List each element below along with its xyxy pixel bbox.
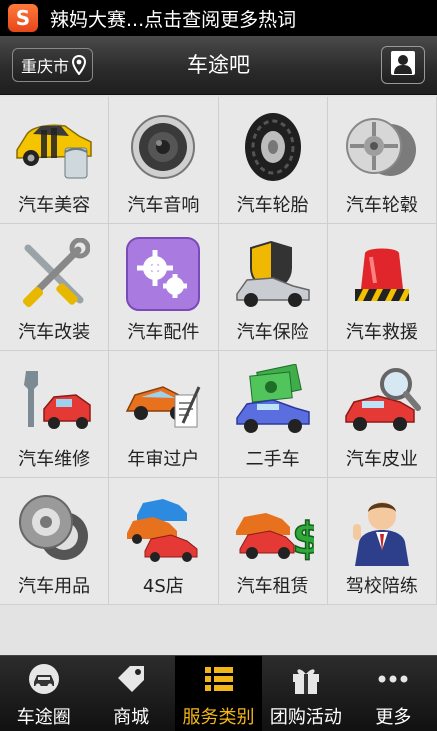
service-label: 汽车租赁 [236, 576, 309, 597]
nav-label: 服务类别 [182, 707, 255, 728]
service-car-modification[interactable]: 汽车改装 [0, 224, 110, 351]
dollar-car-icon: $ [231, 486, 315, 570]
service-label: 汽车美容 [18, 195, 91, 216]
nav-more[interactable]: 更多 [350, 656, 437, 731]
service-car-audio[interactable]: 汽车音响 [109, 97, 219, 224]
city-label: 重庆市 [21, 57, 70, 76]
service-car-insurance[interactable]: 汽车保险 [218, 224, 328, 351]
app-screen: S 辣妈大赛...点击查阅更多热词 重庆市 车途吧 汽车美容 汽车音响 汽车轮胎… [0, 0, 437, 731]
service-driving-school[interactable]: 驾校陪练 [327, 478, 437, 605]
list-icon [199, 659, 239, 699]
notification-bar[interactable]: S 辣妈大赛...点击查阅更多热词 [0, 0, 437, 36]
service-label: 汽车用品 [18, 576, 91, 597]
service-label: 汽车皮业 [345, 449, 418, 470]
service-car-rental[interactable]: $ 汽车租赁 [218, 478, 328, 605]
siren-icon [340, 232, 424, 316]
inspection-car-icon [121, 359, 205, 443]
service-label: 汽车维修 [18, 449, 91, 470]
nav-label: 团购活动 [269, 707, 342, 728]
more-dots-icon [373, 659, 413, 699]
gears-icon [121, 232, 205, 316]
service-car-beauty[interactable]: 汽车美容 [0, 97, 110, 224]
wrench-car-icon [12, 359, 96, 443]
nav-label: 更多 [375, 707, 412, 728]
instructor-icon [340, 486, 424, 570]
service-grid: 汽车美容 汽车音响 汽车轮胎 汽车轮毂 汽车改装 汽车配件 汽车保险 汽车救援 … [0, 97, 437, 605]
city-selector-button[interactable]: 重庆市 [12, 48, 94, 82]
money-car-icon [231, 359, 315, 443]
bottom-navigation: 车途圈 商城 服务类别 团购活动 更多 [0, 655, 437, 731]
speaker-icon [121, 105, 205, 189]
service-label: 汽车救援 [345, 322, 418, 343]
service-label: 二手车 [245, 449, 300, 470]
service-label: 汽车改装 [18, 322, 91, 343]
service-label: 年审过户 [127, 449, 200, 470]
app-header: 重庆市 车途吧 [0, 36, 437, 95]
service-label: 汽车配件 [127, 322, 200, 343]
location-pin-icon [72, 55, 87, 75]
service-annual-inspection[interactable]: 年审过户 [109, 351, 219, 478]
service-used-cars[interactable]: 二手车 [218, 351, 328, 478]
tire-icon [231, 105, 315, 189]
service-4s-store[interactable]: 4S店 [109, 478, 219, 605]
tag-icon [111, 659, 151, 699]
service-car-tires[interactable]: 汽车轮胎 [218, 97, 328, 224]
svg-text:$: $ [292, 513, 314, 564]
service-label: 汽车音响 [127, 195, 200, 216]
service-car-supplies[interactable]: 汽车用品 [0, 478, 110, 605]
car-circle-icon [24, 659, 64, 699]
service-wheel-hubs[interactable]: 汽车轮毂 [327, 97, 437, 224]
nav-service-categories[interactable]: 服务类别 [174, 656, 263, 731]
nav-label: 商城 [113, 707, 150, 728]
wheel-hub-icon [340, 105, 424, 189]
magnifier-car-icon [340, 359, 424, 443]
gift-icon [286, 659, 326, 699]
service-label: 汽车轮毂 [345, 195, 418, 216]
service-car-leather[interactable]: 汽车皮业 [327, 351, 437, 478]
notification-text: 辣妈大赛...点击查阅更多热词 [50, 8, 297, 31]
service-car-rescue[interactable]: 汽车救援 [327, 224, 437, 351]
car-beauty-icon [12, 105, 96, 189]
sogou-app-icon: S [8, 4, 38, 32]
service-label: 驾校陪练 [345, 576, 418, 597]
user-icon [390, 50, 416, 80]
service-car-parts[interactable]: 汽车配件 [109, 224, 219, 351]
service-label: 4S店 [142, 576, 184, 597]
tools-icon [12, 232, 96, 316]
nav-group-buy[interactable]: 团购活动 [262, 656, 349, 731]
nav-mall[interactable]: 商城 [87, 656, 174, 731]
multi-car-icon [121, 486, 205, 570]
user-profile-button[interactable] [381, 46, 425, 84]
nav-label: 车途圈 [16, 707, 71, 728]
service-label: 汽车轮胎 [236, 195, 309, 216]
shield-car-icon [231, 232, 315, 316]
gear-ring-icon [12, 486, 96, 570]
service-car-repair[interactable]: 汽车维修 [0, 351, 110, 478]
nav-car-circle[interactable]: 车途圈 [0, 656, 87, 731]
service-label: 汽车保险 [236, 322, 309, 343]
